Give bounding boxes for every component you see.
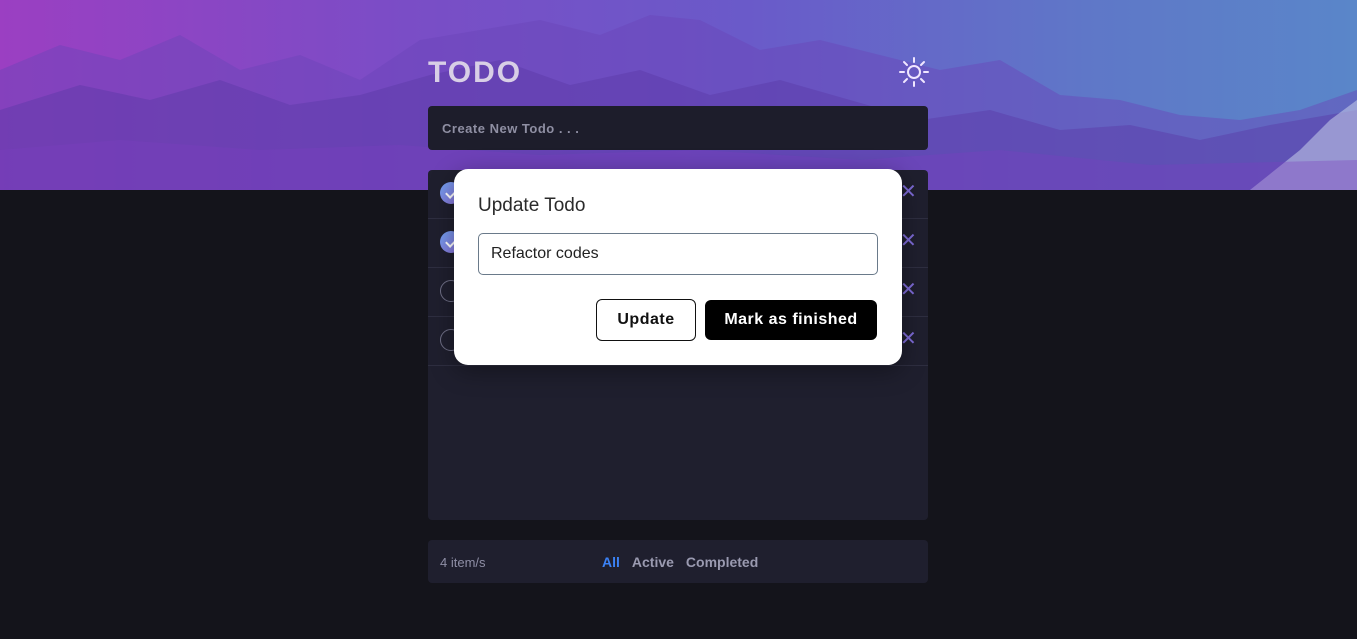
mark-finished-button[interactable]: Mark as finished bbox=[705, 300, 877, 340]
delete-icon[interactable]: ✕ bbox=[900, 280, 917, 300]
update-todo-modal: Update Todo Update Mark as finished bbox=[454, 169, 902, 365]
app-title: TODO bbox=[428, 56, 523, 89]
mountains-illustration bbox=[0, 15, 1357, 190]
filter-active[interactable]: Active bbox=[632, 554, 674, 570]
delete-icon[interactable]: ✕ bbox=[900, 182, 917, 202]
filter-all[interactable]: All bbox=[602, 554, 620, 570]
todo-app: TODO ✕ ✕ ✕ bbox=[0, 0, 1357, 639]
update-button[interactable]: Update bbox=[596, 299, 696, 341]
filter-tabs: All Active Completed bbox=[602, 554, 758, 570]
todo-footer: 4 item/s All Active Completed bbox=[428, 540, 928, 583]
new-todo-field bbox=[428, 106, 928, 150]
delete-icon[interactable]: ✕ bbox=[900, 329, 917, 349]
filter-completed[interactable]: Completed bbox=[686, 554, 758, 570]
delete-icon[interactable]: ✕ bbox=[900, 231, 917, 251]
items-count: 4 item/s bbox=[440, 555, 486, 570]
update-todo-input[interactable] bbox=[478, 233, 878, 275]
new-todo-input[interactable] bbox=[440, 119, 916, 137]
modal-title: Update Todo bbox=[478, 195, 586, 216]
sun-icon[interactable] bbox=[898, 56, 930, 88]
header-banner-image bbox=[0, 0, 1357, 190]
